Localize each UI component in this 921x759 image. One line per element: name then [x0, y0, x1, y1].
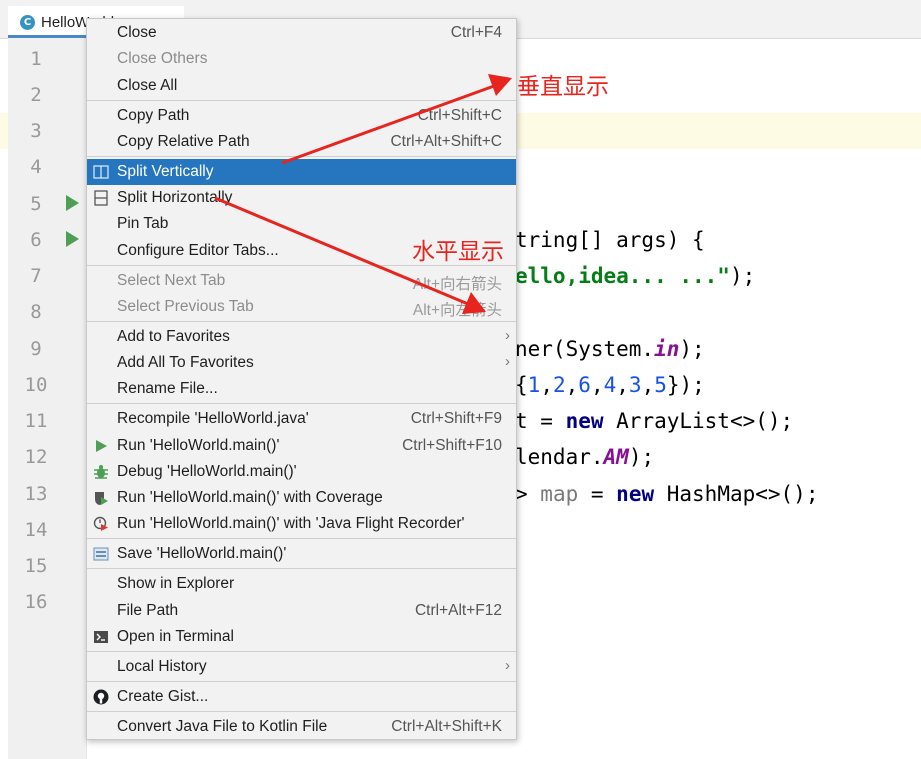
arrowhead-icon [488, 74, 512, 96]
annotation-vertical: 垂直显示 [517, 73, 609, 99]
arrow-to-vertical-annotation [281, 84, 495, 165]
annotation-horizontal: 水平显示 [412, 238, 504, 264]
annotation-arrows [214, 74, 512, 314]
